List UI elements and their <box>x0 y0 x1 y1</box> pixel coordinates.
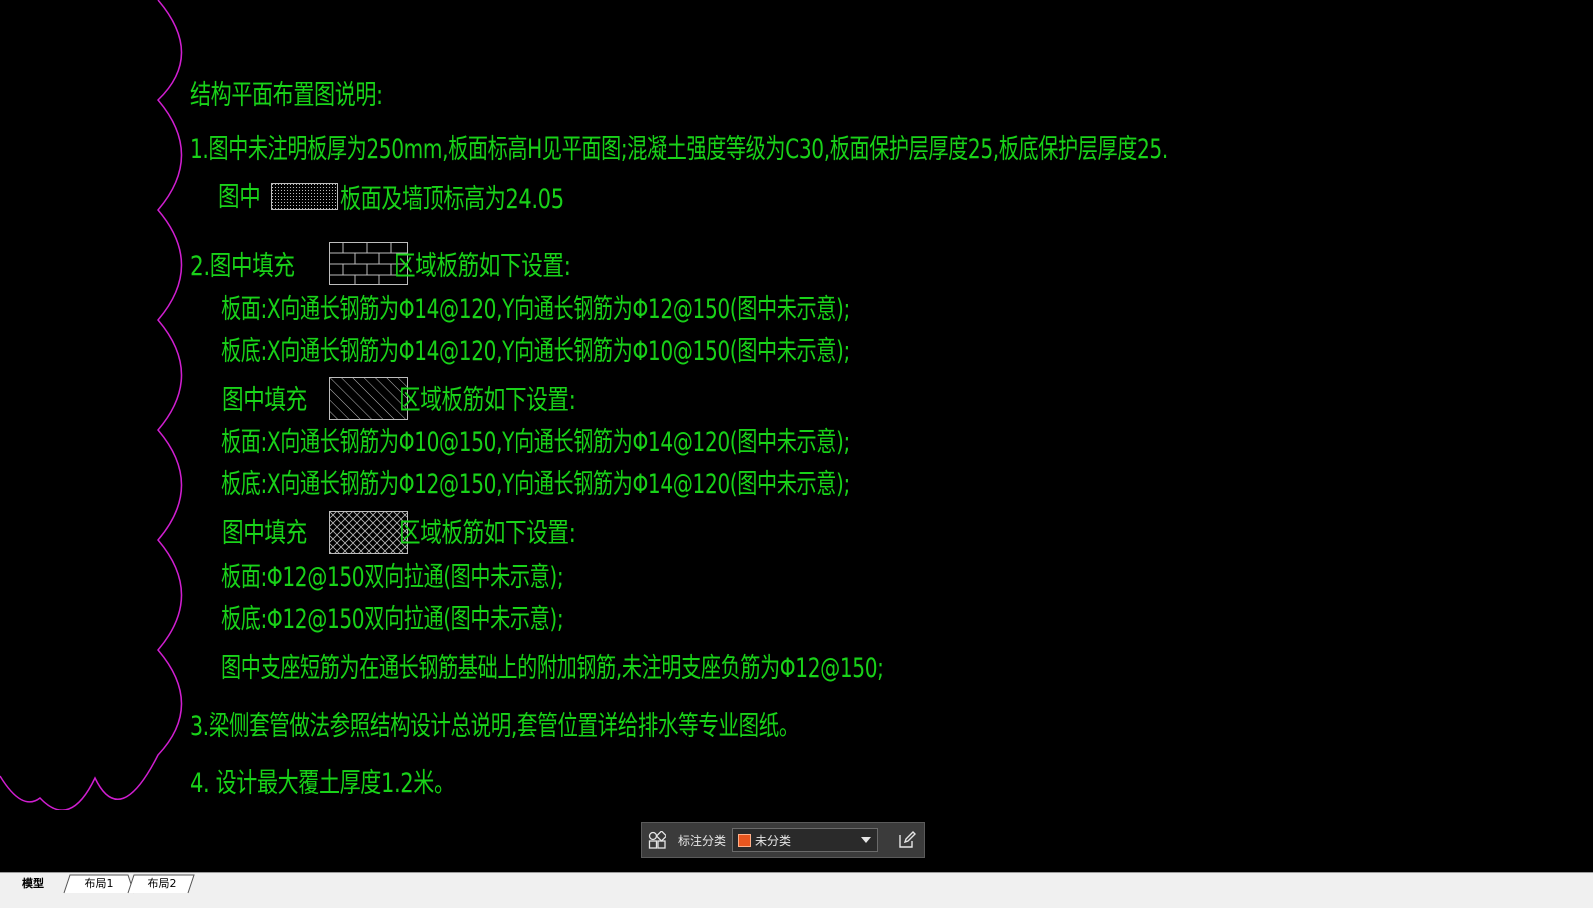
note-3-bottom: 板底:X向通长钢筋为Φ12@150,Y向通长钢筋为Φ14@120(图中未示意); <box>221 469 850 500</box>
tab-layout2[interactable]: 布局2 <box>136 875 188 893</box>
annotation-category-value: 未分类 <box>755 833 792 848</box>
grid-icon[interactable] <box>642 823 672 857</box>
note-4-suffix: 区域板筋如下设置: <box>399 518 576 549</box>
notes-title: 结构平面布置图说明: <box>190 80 383 111</box>
note-4-prefix: 图中填充 <box>222 518 307 549</box>
note-4-top: 板面:Φ12@150双向拉通(图中未示意); <box>221 562 564 593</box>
note-2-top: 板面:X向通长钢筋为Φ14@120,Y向通长钢筋为Φ12@150(图中未示意); <box>221 294 850 325</box>
note-1b-prefix: 图中 <box>218 182 261 213</box>
note-3-prefix: 图中填充 <box>222 385 307 416</box>
note-4-bottom: 板底:Φ12@150双向拉通(图中未示意); <box>221 604 564 635</box>
note-7: 4. 设计最大覆土厚度1.2米。 <box>190 768 455 799</box>
note-5: 图中支座短筋为在通长钢筋基础上的附加钢筋,未注明支座负筋为Φ12@150; <box>221 653 884 684</box>
note-3-top: 板面:X向通长钢筋为Φ10@150,Y向通长钢筋为Φ14@120(图中未示意); <box>221 427 850 458</box>
note-1b-suffix: 板面及墙顶标高为24.05 <box>340 184 564 215</box>
note-6: 3.梁侧套管做法参照结构设计总说明,套管位置详给排水等专业图纸。 <box>190 711 800 742</box>
note-2-prefix: 2.图中填充 <box>190 251 295 282</box>
dotted-hatch-sample <box>271 183 338 210</box>
revision-cloud <box>0 0 183 810</box>
drawing-canvas[interactable]: 结构平面布置图说明: 1.图中未注明板厚为250mm,板面标高H见平面图;混凝土… <box>0 0 1593 888</box>
annotation-category-select[interactable]: 未分类 <box>732 828 879 852</box>
annotation-category-toolbar: 标注分类 未分类 <box>641 822 925 858</box>
note-1: 1.图中未注明板厚为250mm,板面标高H见平面图;混凝土强度等级为C30,板面… <box>190 134 1168 165</box>
status-strip <box>0 894 1593 908</box>
chevron-down-icon <box>861 837 872 843</box>
annotation-category-label: 标注分类 <box>678 833 727 848</box>
diagonal-hatch-sample <box>329 377 408 420</box>
tab-layout1[interactable]: 布局1 <box>74 875 124 893</box>
category-color-swatch <box>738 833 752 847</box>
note-3-suffix: 区域板筋如下设置: <box>399 385 576 416</box>
note-2-bottom: 板底:X向通长钢筋为Φ14@120,Y向通长钢筋为Φ10@150(图中未示意); <box>221 336 850 367</box>
edit-icon[interactable] <box>890 823 924 857</box>
note-2-suffix: 区域板筋如下设置: <box>394 251 571 282</box>
crosshatch-sample <box>329 511 408 554</box>
layout-tabs-bar: 模型 布局1 布局2 <box>0 872 1593 895</box>
tab-model[interactable]: 模型 <box>10 875 56 893</box>
